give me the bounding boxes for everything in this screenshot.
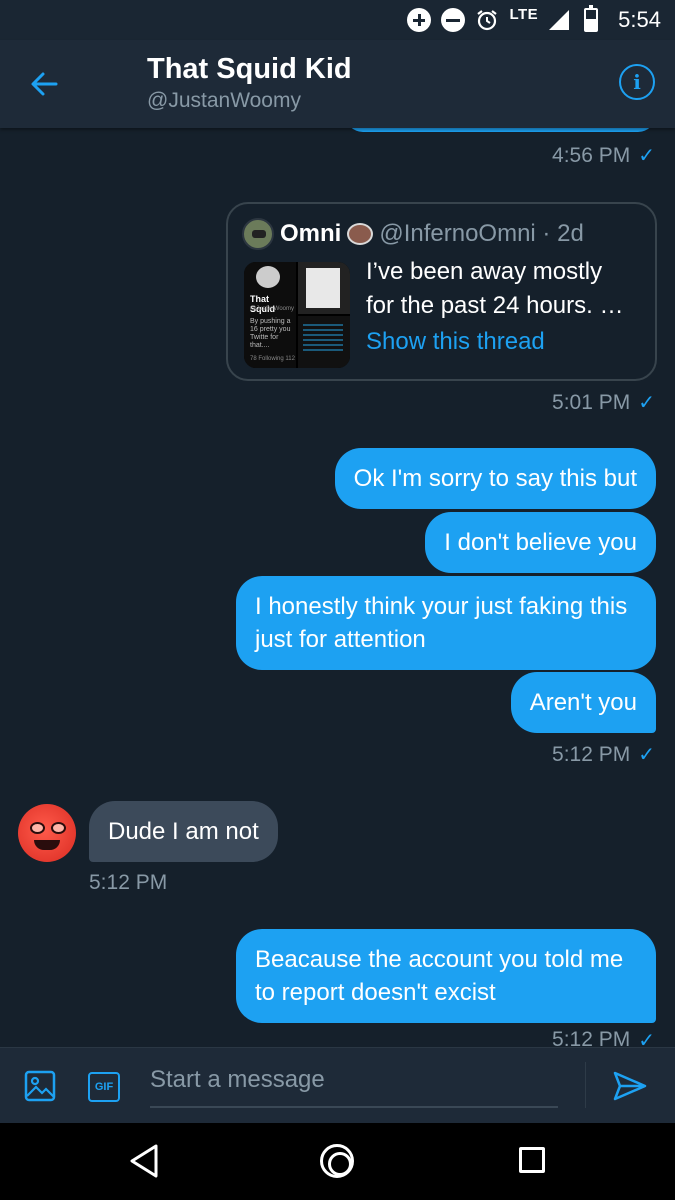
message-timestamp: 5:12 PM ✓ [552, 742, 655, 767]
send-icon[interactable] [612, 1070, 648, 1102]
back-button[interactable] [24, 64, 64, 104]
show-thread-link[interactable]: Show this thread [366, 325, 545, 359]
conversation-handle: @JustanWoomy [147, 89, 301, 112]
nav-recents-icon[interactable] [519, 1147, 545, 1173]
read-check-icon: ✓ [638, 744, 655, 766]
signal-icon [549, 10, 570, 30]
conversation-title[interactable]: That Squid Kid [147, 53, 352, 86]
nav-back-icon[interactable] [128, 1143, 160, 1179]
thumbnail-following: 78 Following 112 [250, 356, 295, 362]
message-timestamp: 5:12 PM [89, 871, 167, 895]
avatar-eye [51, 822, 66, 834]
sender-avatar[interactable] [18, 804, 76, 862]
thumbnail-screenshot [298, 316, 350, 368]
thumbnail-profile-screenshot: That Squid @JustanWoomy By pushing a 16 … [244, 262, 296, 368]
message-input[interactable]: Start a message [150, 1062, 558, 1108]
outgoing-message[interactable]: Beacause the account you told me to repo… [236, 929, 656, 1023]
thumbnail-handle: @JustanWoomy [250, 306, 294, 312]
timestamp-text: 5:01 PM [552, 390, 631, 414]
outgoing-message[interactable]: I honestly think your just faking this j… [236, 576, 656, 670]
status-bar: LTE 5:54 [0, 0, 675, 40]
alarm-icon [477, 10, 498, 31]
tweet-author-avatar [242, 218, 274, 250]
message-composer: GIF Start a message [0, 1047, 675, 1123]
message-timestamp: 5:01 PM ✓ [552, 390, 655, 415]
tweet-text-line: I’ve been away mostly [366, 258, 603, 285]
tweet-author-name: Omni [280, 220, 342, 247]
squid-avatar-icon [256, 266, 280, 288]
avatar-mouth [34, 840, 60, 850]
read-check-icon: ✓ [638, 1030, 655, 1047]
data-saver-icon [407, 8, 432, 32]
timestamp-text: 5:12 PM [552, 742, 631, 766]
image-icon[interactable] [24, 1070, 56, 1102]
outgoing-message[interactable]: Ok I'm sorry to say this but [334, 448, 656, 509]
coffee-emoji-icon [347, 223, 374, 245]
nav-home-icon[interactable] [320, 1144, 354, 1178]
timestamp-text: 5:12 PM [89, 871, 168, 894]
info-icon: i [633, 70, 641, 94]
tweet-media-thumbnail: That Squid @JustanWoomy By pushing a 16 … [244, 262, 350, 368]
read-check-icon: ✓ [638, 392, 655, 414]
tweet-author: Omni @InfernoOmni · 2d [242, 218, 584, 250]
avatar-eye [30, 822, 45, 834]
outgoing-message[interactable]: Aren't you [510, 672, 656, 733]
tweet-author-handle: @InfernoOmni · 2d [379, 220, 584, 247]
timestamp-text: 5:12 PM [552, 1028, 631, 1047]
timestamp-text: 4:56 PM [552, 143, 631, 167]
status-time: 5:54 [618, 7, 661, 32]
tweet-text-line: for the past 24 hours. … [366, 292, 624, 319]
do-not-disturb-icon [441, 8, 466, 32]
read-check-icon: ✓ [638, 145, 655, 167]
android-nav-bar [0, 1123, 675, 1200]
outgoing-message[interactable]: I don't believe you [425, 512, 656, 573]
incoming-message[interactable]: Dude I am not [89, 801, 278, 862]
composer-divider [585, 1062, 586, 1108]
network-type: LTE [509, 5, 539, 23]
battery-icon [584, 5, 599, 32]
info-button[interactable]: i [619, 64, 655, 100]
shared-tweet-card[interactable]: Omni @InfernoOmni · 2d That Squid @Justa… [226, 202, 657, 381]
thumbnail-screenshot [298, 262, 350, 314]
tweet-text: I’ve been away mostly for the past 24 ho… [366, 255, 646, 323]
thumbnail-bio: By pushing a 16 pretty you Twitte for th… [250, 318, 291, 349]
status-icons: LTE 5:54 [407, 0, 661, 40]
gif-button[interactable]: GIF [88, 1072, 120, 1102]
message-timestamp: 5:12 PM ✓ [552, 1028, 655, 1047]
back-arrow-icon [31, 72, 58, 96]
conversation-header: That Squid Kid @JustanWoomy i [0, 40, 675, 128]
message-timestamp: 4:56 PM ✓ [552, 143, 655, 168]
